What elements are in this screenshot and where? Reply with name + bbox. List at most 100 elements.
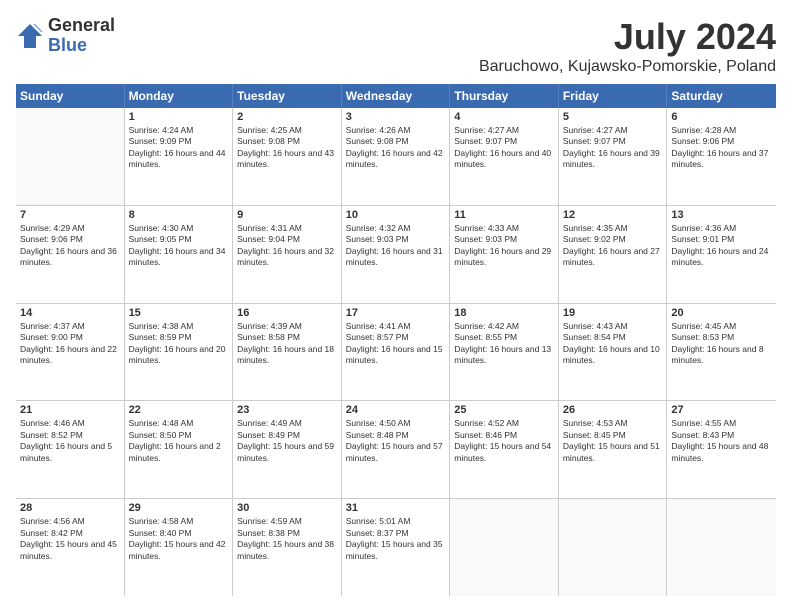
- day-info: Sunrise: 4:28 AM Sunset: 9:06 PM Dayligh…: [671, 125, 772, 171]
- day-number: 23: [237, 404, 337, 416]
- cal-cell-w2-d1: 7 Sunrise: 4:29 AM Sunset: 9:06 PM Daylig…: [16, 206, 125, 303]
- day-number: 6: [671, 111, 772, 123]
- day-info: Sunrise: 4:46 AM Sunset: 8:52 PM Dayligh…: [20, 418, 120, 464]
- day-number: 19: [563, 307, 663, 319]
- cal-cell-w4-d2: 22 Sunrise: 4:48 AM Sunset: 8:50 PM Dayli…: [125, 401, 234, 498]
- day-number: 4: [454, 111, 554, 123]
- day-info: Sunrise: 5:01 AM Sunset: 8:37 PM Dayligh…: [346, 516, 446, 562]
- day-number: 9: [237, 209, 337, 221]
- day-number: 25: [454, 404, 554, 416]
- day-info: Sunrise: 4:55 AM Sunset: 8:43 PM Dayligh…: [671, 418, 772, 464]
- day-info: Sunrise: 4:38 AM Sunset: 8:59 PM Dayligh…: [129, 321, 229, 367]
- day-number: 7: [20, 209, 120, 221]
- calendar-header: Sunday Monday Tuesday Wednesday Thursday…: [16, 84, 776, 108]
- day-info: Sunrise: 4:26 AM Sunset: 9:08 PM Dayligh…: [346, 125, 446, 171]
- cal-cell-w2-d4: 10Sunrise: 4:32 AM Sunset: 9:03 PM Dayli…: [342, 206, 451, 303]
- cal-cell-w4-d3: 23 Sunrise: 4:49 AM Sunset: 8:49 PM Dayli…: [233, 401, 342, 498]
- cal-cell-w5-d5: [450, 499, 559, 596]
- logo-general-text: General: [48, 16, 115, 36]
- day-info: Sunrise: 4:27 AM Sunset: 9:07 PM Dayligh…: [563, 125, 663, 171]
- day-number: 12: [563, 209, 663, 221]
- day-number: 21: [20, 404, 120, 416]
- day-info: Sunrise: 4:56 AM Sunset: 8:42 PM Dayligh…: [20, 516, 120, 562]
- day-number: 11: [454, 209, 554, 221]
- cal-cell-w3-d7: 20Sunrise: 4:45 AM Sunset: 8:53 PM Dayli…: [667, 304, 776, 401]
- cal-cell-w2-d7: 13Sunrise: 4:36 AM Sunset: 9:01 PM Dayli…: [667, 206, 776, 303]
- day-number: 3: [346, 111, 446, 123]
- cal-cell-w1-d1: [16, 108, 125, 205]
- cal-cell-w3-d3: 16Sunrise: 4:39 AM Sunset: 8:58 PM Dayli…: [233, 304, 342, 401]
- day-number: 14: [20, 307, 120, 319]
- day-number: 13: [671, 209, 772, 221]
- day-number: 24: [346, 404, 446, 416]
- header-saturday: Saturday: [667, 84, 776, 108]
- header: General Blue July 2024 Baruchowo, Kujaws…: [16, 16, 776, 76]
- day-number: 5: [563, 111, 663, 123]
- logo-icon: [16, 22, 44, 50]
- cal-cell-w5-d2: 29Sunrise: 4:58 AM Sunset: 8:40 PM Dayli…: [125, 499, 234, 596]
- day-info: Sunrise: 4:33 AM Sunset: 9:03 PM Dayligh…: [454, 223, 554, 269]
- day-info: Sunrise: 4:32 AM Sunset: 9:03 PM Dayligh…: [346, 223, 446, 269]
- cal-cell-w3-d1: 14 Sunrise: 4:37 AM Sunset: 9:00 PM Dayli…: [16, 304, 125, 401]
- header-wednesday: Wednesday: [342, 84, 451, 108]
- week-row-4: 21 Sunrise: 4:46 AM Sunset: 8:52 PM Dayli…: [16, 401, 776, 499]
- day-info: Sunrise: 4:49 AM Sunset: 8:49 PM Dayligh…: [237, 418, 337, 464]
- header-tuesday: Tuesday: [233, 84, 342, 108]
- day-info: Sunrise: 4:35 AM Sunset: 9:02 PM Dayligh…: [563, 223, 663, 269]
- cal-cell-w4-d1: 21 Sunrise: 4:46 AM Sunset: 8:52 PM Dayli…: [16, 401, 125, 498]
- day-info: Sunrise: 4:59 AM Sunset: 8:38 PM Dayligh…: [237, 516, 337, 562]
- cal-cell-w5-d3: 30Sunrise: 4:59 AM Sunset: 8:38 PM Dayli…: [233, 499, 342, 596]
- day-number: 15: [129, 307, 229, 319]
- title-block: July 2024 Baruchowo, Kujawsko-Pomorskie,…: [479, 16, 776, 76]
- week-row-2: 7 Sunrise: 4:29 AM Sunset: 9:06 PM Daylig…: [16, 206, 776, 304]
- day-info: Sunrise: 4:48 AM Sunset: 8:50 PM Dayligh…: [129, 418, 229, 464]
- cal-cell-w1-d5: 4 Sunrise: 4:27 AM Sunset: 9:07 PM Daylig…: [450, 108, 559, 205]
- week-row-1: 1Sunrise: 4:24 AM Sunset: 9:09 PM Daylig…: [16, 108, 776, 206]
- cal-cell-w5-d7: [667, 499, 776, 596]
- header-sunday: Sunday: [16, 84, 125, 108]
- cal-cell-w2-d3: 9Sunrise: 4:31 AM Sunset: 9:04 PM Daylig…: [233, 206, 342, 303]
- day-number: 22: [129, 404, 229, 416]
- cal-cell-w2-d6: 12 Sunrise: 4:35 AM Sunset: 9:02 PM Dayli…: [559, 206, 668, 303]
- day-info: Sunrise: 4:29 AM Sunset: 9:06 PM Dayligh…: [20, 223, 120, 269]
- day-info: Sunrise: 4:53 AM Sunset: 8:45 PM Dayligh…: [563, 418, 663, 464]
- cal-cell-w5-d1: 28 Sunrise: 4:56 AM Sunset: 8:42 PM Dayli…: [16, 499, 125, 596]
- subtitle: Baruchowo, Kujawsko-Pomorskie, Poland: [479, 58, 776, 76]
- day-info: Sunrise: 4:50 AM Sunset: 8:48 PM Dayligh…: [346, 418, 446, 464]
- day-info: Sunrise: 4:37 AM Sunset: 9:00 PM Dayligh…: [20, 321, 120, 367]
- day-number: 16: [237, 307, 337, 319]
- cal-cell-w2-d2: 8Sunrise: 4:30 AM Sunset: 9:05 PM Daylig…: [125, 206, 234, 303]
- day-number: 8: [129, 209, 229, 221]
- day-info: Sunrise: 4:42 AM Sunset: 8:55 PM Dayligh…: [454, 321, 554, 367]
- day-number: 28: [20, 502, 120, 514]
- cal-cell-w5-d6: [559, 499, 668, 596]
- header-monday: Monday: [125, 84, 234, 108]
- day-number: 17: [346, 307, 446, 319]
- cal-cell-w1-d4: 3 Sunrise: 4:26 AM Sunset: 9:08 PM Daylig…: [342, 108, 451, 205]
- day-number: 29: [129, 502, 229, 514]
- cal-cell-w4-d7: 27 Sunrise: 4:55 AM Sunset: 8:43 PM Dayli…: [667, 401, 776, 498]
- header-friday: Friday: [559, 84, 668, 108]
- day-number: 31: [346, 502, 446, 514]
- cal-cell-w5-d4: 31 Sunrise: 5:01 AM Sunset: 8:37 PM Dayli…: [342, 499, 451, 596]
- day-info: Sunrise: 4:27 AM Sunset: 9:07 PM Dayligh…: [454, 125, 554, 171]
- logo-text: General Blue: [48, 16, 115, 56]
- cal-cell-w3-d4: 17 Sunrise: 4:41 AM Sunset: 8:57 PM Dayli…: [342, 304, 451, 401]
- day-info: Sunrise: 4:25 AM Sunset: 9:08 PM Dayligh…: [237, 125, 337, 171]
- calendar: Sunday Monday Tuesday Wednesday Thursday…: [16, 84, 776, 596]
- page: General Blue July 2024 Baruchowo, Kujaws…: [0, 0, 792, 612]
- day-info: Sunrise: 4:41 AM Sunset: 8:57 PM Dayligh…: [346, 321, 446, 367]
- header-thursday: Thursday: [450, 84, 559, 108]
- day-number: 26: [563, 404, 663, 416]
- cal-cell-w1-d2: 1Sunrise: 4:24 AM Sunset: 9:09 PM Daylig…: [125, 108, 234, 205]
- cal-cell-w1-d7: 6 Sunrise: 4:28 AM Sunset: 9:06 PM Daylig…: [667, 108, 776, 205]
- logo: General Blue: [16, 16, 115, 56]
- cal-cell-w3-d2: 15 Sunrise: 4:38 AM Sunset: 8:59 PM Dayli…: [125, 304, 234, 401]
- day-info: Sunrise: 4:52 AM Sunset: 8:46 PM Dayligh…: [454, 418, 554, 464]
- logo-blue-text: Blue: [48, 36, 115, 56]
- cal-cell-w4-d5: 25 Sunrise: 4:52 AM Sunset: 8:46 PM Dayli…: [450, 401, 559, 498]
- cal-cell-w1-d6: 5 Sunrise: 4:27 AM Sunset: 9:07 PM Daylig…: [559, 108, 668, 205]
- day-number: 27: [671, 404, 772, 416]
- day-info: Sunrise: 4:45 AM Sunset: 8:53 PM Dayligh…: [671, 321, 772, 367]
- day-number: 1: [129, 111, 229, 123]
